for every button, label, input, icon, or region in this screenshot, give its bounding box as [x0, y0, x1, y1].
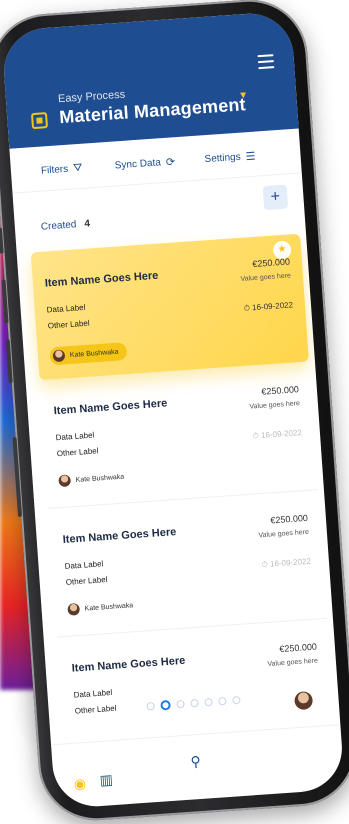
app-header: Easy Process Material Management ▼	[1, 10, 299, 149]
created-count: Created 4	[41, 218, 91, 232]
hamburger-icon[interactable]	[257, 54, 275, 73]
item-title: Item Name Goes Here	[62, 526, 177, 546]
app-screen: Easy Process Material Management ▼ Filte…	[1, 10, 345, 810]
item-date: ⏱ 16-09-2022	[252, 428, 302, 441]
item-user: Kate Bushwaka	[49, 342, 128, 366]
item-title: Item Name Goes Here	[71, 654, 186, 675]
item-user-name: Kate Bushwaka	[84, 601, 134, 613]
lightbulb-icon[interactable]: ◉	[73, 775, 86, 793]
item-value: Value goes here	[267, 657, 319, 669]
chevron-down-icon[interactable]: ▼	[238, 90, 249, 102]
item-other-label: Other Label	[56, 446, 99, 459]
sync-icon: ⟳	[165, 156, 176, 169]
avatar	[52, 349, 66, 363]
item-data-label: Data Label	[64, 559, 104, 571]
settings-button[interactable]: Settings ☰	[204, 150, 256, 167]
settings-label: Settings	[204, 151, 242, 166]
item-data-label: Data Label	[73, 687, 113, 700]
phone-side-button	[0, 227, 4, 254]
book-icon[interactable]: ▥	[99, 771, 113, 789]
item-user: Kate Bushwaka	[67, 599, 133, 616]
item-price: €250.000	[252, 256, 291, 270]
item-price: €250.000	[261, 384, 300, 397]
filter-icon: ⛛	[72, 161, 83, 175]
item-date-text: 16-09-2022	[269, 556, 312, 569]
sync-data-button[interactable]: Sync Data ⟳	[114, 155, 175, 172]
sync-data-label: Sync Data	[114, 157, 162, 172]
created-number: 4	[84, 218, 91, 230]
item-other-label: Other Label	[47, 318, 90, 331]
search-icon[interactable]: ⚲	[190, 753, 201, 771]
item-other-label: Other Label	[65, 574, 108, 587]
avatar	[67, 603, 81, 616]
page-dot[interactable]	[146, 702, 155, 711]
page-dot[interactable]	[204, 697, 213, 707]
item-data-label: Data Label	[46, 302, 86, 315]
item-value: Value goes here	[258, 528, 310, 540]
item-date: ⏱ 16-09-2022	[243, 300, 293, 313]
item-title: Item Name Goes Here	[44, 269, 159, 290]
page-dot[interactable]	[190, 698, 199, 708]
list-item[interactable]: Item Name Goes Here €250.000 Value goes …	[48, 490, 327, 638]
page-dot[interactable]	[218, 696, 227, 706]
phone-frame: Easy Process Material Management ▼ Filte…	[0, 0, 349, 824]
list-item[interactable]: ★ Item Name Goes Here €250.000 Value goe…	[30, 233, 309, 381]
add-item-button[interactable]: +	[262, 184, 289, 211]
item-user: Kate Bushwaka	[58, 471, 124, 488]
item-date: ⏱ 16-09-2022	[261, 557, 311, 570]
created-label: Created	[40, 219, 77, 233]
item-price: €250.000	[279, 641, 318, 655]
avatar	[58, 474, 72, 488]
list-item[interactable]: Item Name Goes Here €250.000 Value goes …	[39, 361, 318, 509]
filters-button[interactable]: Filters ⛛	[41, 162, 83, 178]
item-date-text: 16-09-2022	[260, 428, 303, 440]
item-title: Item Name Goes Here	[53, 397, 168, 418]
page-dot[interactable]	[160, 699, 171, 711]
item-date-text: 16-09-2022	[251, 300, 294, 313]
item-value: Value goes here	[240, 272, 292, 283]
item-data-label: Data Label	[55, 430, 95, 443]
settings-sliders-icon: ☰	[245, 150, 256, 164]
item-price: €250.000	[270, 512, 309, 526]
app-logo-icon	[30, 112, 49, 130]
filters-label: Filters	[40, 163, 69, 177]
item-user-name: Kate Bushwaka	[69, 348, 119, 359]
item-user-name: Kate Bushwaka	[75, 473, 125, 484]
page-dot[interactable]	[232, 696, 241, 705]
item-value: Value goes here	[249, 400, 301, 411]
page-dot[interactable]	[176, 699, 185, 709]
